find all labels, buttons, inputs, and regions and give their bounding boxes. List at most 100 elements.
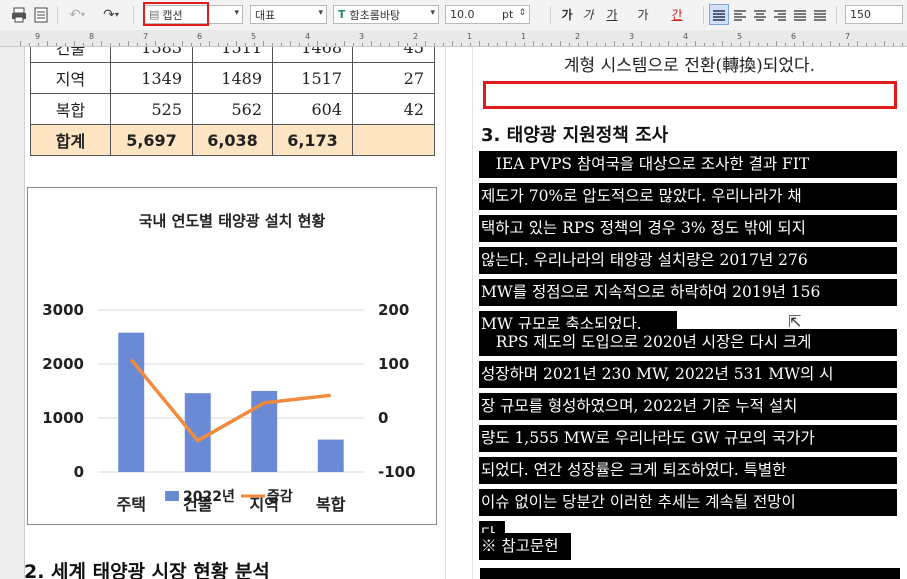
ruler-tick <box>650 43 651 46</box>
ruler-tick <box>875 43 876 46</box>
ruler-tick <box>227 43 228 46</box>
ruler-tick <box>605 43 606 46</box>
italic-button[interactable]: 가 <box>579 4 597 25</box>
ruler-tick <box>218 43 219 46</box>
font-size-input[interactable]: 10.0 pt ⇕ <box>445 5 530 24</box>
chart-ticks: 0 1000 2000 3000 -100 0 100 200 <box>42 301 415 481</box>
align-justify-icon[interactable] <box>709 4 729 25</box>
bar-주택 <box>118 332 145 472</box>
ruler-tick <box>326 43 327 46</box>
chart-legend: 2022년 증감 <box>165 488 293 505</box>
formatting-toolbar: ↶ ▾ ↷ ▾ ▤ 캡션 ▾ 대표 ▾ T 함초롬바탕 ▾ 10.0 pt ⇕ 가 … <box>0 0 907 31</box>
strikethrough-button[interactable]: 가 <box>630 4 656 25</box>
table-row: 지역 1349 1489 1517 27 <box>30 62 435 94</box>
selected-text-line: MW를 정점으로 지속적으로 하락하여 2019년 156 <box>479 279 897 306</box>
table-cell: 1489 <box>192 62 273 94</box>
ruler-tick <box>236 41 237 46</box>
ruler-tick <box>65 43 66 46</box>
references-label: ※ 참고문헌 <box>479 533 571 560</box>
ruler-tick <box>713 43 714 46</box>
ruler-tick <box>371 41 372 46</box>
ruler-tick <box>623 43 624 46</box>
align-right-icon[interactable] <box>771 4 789 25</box>
y-right-tick-label: 0 <box>378 409 388 427</box>
ruler-tick <box>38 43 39 46</box>
split-icon[interactable] <box>811 4 829 25</box>
combo-chart: 국내 연도별 태양광 설치 현황 0 1000 2000 3000 -100 0 100 20… <box>42 212 415 514</box>
print-icon[interactable] <box>8 4 30 25</box>
ruler-tick <box>551 43 552 46</box>
y-right-tick-label: 200 <box>378 301 409 319</box>
ruler-tick <box>758 43 759 46</box>
ruler-tick <box>461 43 462 46</box>
ruler-number: 3 <box>359 32 365 41</box>
ruler-tick <box>434 43 435 46</box>
ruler-tick <box>821 43 822 46</box>
zoom-input[interactable]: 150 <box>845 5 903 24</box>
section-heading-2: 2. 세계 태양광 시장 현황 분석 <box>24 561 270 579</box>
undo-icon[interactable]: ↶ ▾ <box>64 4 90 25</box>
ruler-tick <box>803 41 804 46</box>
ruler-tick <box>641 41 642 46</box>
ruler-tick <box>704 43 705 46</box>
table-total-row: 합계 5,697 6,038 6,173 <box>30 124 435 156</box>
caption-highlight-box[interactable] <box>483 81 897 109</box>
ruler-tick <box>488 43 489 46</box>
selection-cut-line <box>480 568 900 579</box>
font-color-button[interactable]: 간 <box>664 4 690 25</box>
ruler-tick <box>389 43 390 46</box>
ruler-tick <box>254 43 255 46</box>
table-cell: 6,173 <box>272 124 353 156</box>
horizontal-ruler[interactable]: 9 8 7 6 5 4 3 2 1 1 2 3 4 5 6 7 <box>0 30 907 47</box>
column-divider <box>472 47 473 579</box>
ruler-tick <box>542 43 543 46</box>
ruler-tick <box>902 43 903 46</box>
ruler-tick <box>533 41 534 46</box>
page-preview-icon[interactable] <box>31 4 51 25</box>
chart-frame[interactable]: 국내 연도별 태양광 설치 현황 0 1000 2000 3000 -100 0 100 20… <box>27 187 437 525</box>
ruler-tick <box>479 41 480 46</box>
table-cell: 42 <box>352 93 435 125</box>
ruler-tick <box>317 41 318 46</box>
selected-text-line: RPS 제도의 도입으로 2020년 시장은 다시 크게 <box>479 329 897 356</box>
underline-button[interactable]: 가 <box>600 4 624 25</box>
ruler-tick <box>416 43 417 46</box>
ruler-tick <box>164 43 165 46</box>
align-center-icon[interactable] <box>751 4 769 25</box>
ruler-tick <box>731 43 732 46</box>
ruler-number: 9 <box>35 32 41 41</box>
line-series-증감 <box>129 358 331 443</box>
ruler-tick <box>830 41 831 46</box>
font-language-select[interactable]: 대표 ▾ <box>250 5 327 24</box>
y-right-tick-label: -100 <box>378 463 416 481</box>
ruler-tick <box>668 41 669 46</box>
distribute-icon[interactable] <box>791 4 809 25</box>
y-left-tick-label: 3000 <box>42 301 84 319</box>
ruler-tick <box>92 43 93 46</box>
legend-bar-swatch <box>165 491 179 501</box>
table-cell: 27 <box>352 62 435 94</box>
ruler-tick <box>191 43 192 46</box>
ruler-number: 3 <box>629 32 635 41</box>
ruler-tick <box>137 43 138 46</box>
ruler-tick <box>866 43 867 46</box>
y-left-tick-label: 1000 <box>42 409 84 427</box>
align-left-icon[interactable] <box>731 4 749 25</box>
row-label: 복합 <box>30 93 111 125</box>
ruler-tick <box>146 43 147 46</box>
ruler-tick <box>560 41 561 46</box>
redo-icon[interactable]: ↷ ▾ <box>96 4 126 25</box>
ruler-tick <box>74 41 75 46</box>
font-name-value: 함초롬바탕 <box>349 8 401 22</box>
spinner-icon[interactable]: ⇕ <box>518 8 526 18</box>
selected-text-line: 량도 1,555 MW로 우리나라도 GW 규모의 국가가 <box>479 425 897 452</box>
bold-button[interactable]: 가 <box>558 4 576 25</box>
font-name-select[interactable]: T 함초롬바탕 ▾ <box>333 5 439 24</box>
ruler-tick <box>209 41 210 46</box>
ruler-tick <box>893 43 894 46</box>
chart-bars <box>118 332 344 472</box>
style-highlight-box <box>143 2 209 26</box>
ruler-tick <box>848 43 849 46</box>
selected-text-line: 제도가 70%로 압도적으로 많았다. 우리나라가 채 <box>479 183 897 210</box>
ruler-tick <box>353 43 354 46</box>
